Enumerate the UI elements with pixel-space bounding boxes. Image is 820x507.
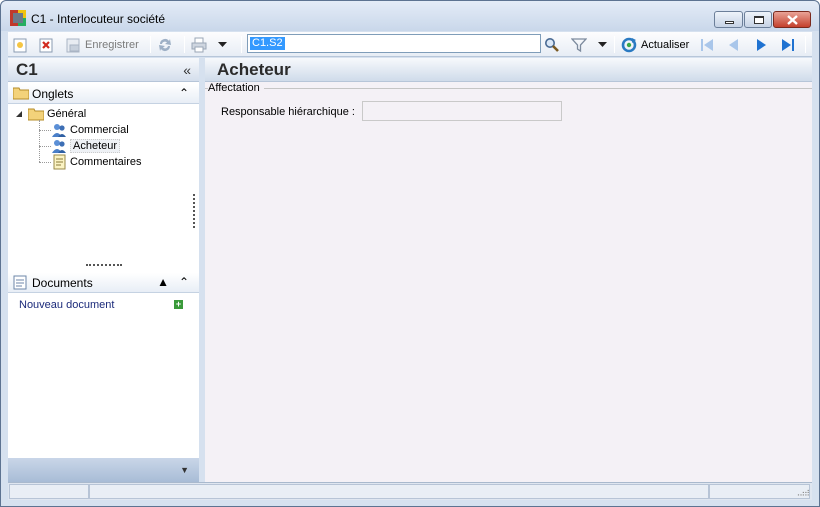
main-panel: Acheteur Affectation Responsable hiérarc… (205, 58, 812, 482)
section-divider (205, 88, 812, 89)
filter-icon (571, 37, 587, 52)
chevron-down-icon (598, 41, 607, 47)
printer-icon (191, 37, 207, 52)
collapse-up-icon[interactable]: ⌃ (179, 86, 189, 100)
print-button[interactable] (191, 35, 207, 54)
folder-icon (13, 87, 29, 100)
tree-node-label: Général (47, 108, 87, 120)
left-panel-footer: ▼ (8, 458, 199, 482)
chevron-down-icon[interactable]: ▼ (180, 465, 189, 475)
status-cell (89, 484, 709, 499)
next-icon (757, 38, 766, 51)
add-icon[interactable]: + (174, 300, 183, 309)
title-bar[interactable]: C1 - Interlocuteur société (1, 1, 819, 31)
toolbar-separator (150, 36, 151, 53)
close-button[interactable] (773, 11, 811, 28)
toolbar: Enregistrer C1.S2 Actualiser (8, 32, 812, 57)
filter-dropdown[interactable] (598, 35, 607, 54)
minimize-icon (725, 21, 734, 24)
tree-node-commercial[interactable]: Commercial (51, 122, 129, 138)
toolbar-separator (805, 36, 806, 53)
contacts-icon (52, 124, 66, 137)
note-icon (53, 154, 66, 170)
folder-icon (28, 108, 44, 120)
resize-grip-icon[interactable]: ⠠⠴⠾ (794, 489, 810, 498)
maximize-icon (754, 16, 764, 24)
new-document-icon (13, 38, 27, 52)
first-icon (701, 38, 713, 51)
status-cell (9, 484, 89, 499)
search-input[interactable]: C1.S2 (247, 34, 541, 53)
tree-node-general[interactable]: Général (16, 106, 86, 122)
first-record-button[interactable] (699, 35, 715, 54)
new-document-link[interactable]: Nouveau document (19, 299, 114, 311)
contacts-icon (52, 140, 66, 153)
tree-node-acheteur[interactable]: Acheteur (51, 138, 121, 154)
tree-node-label: Commercial (70, 124, 129, 136)
save-label: Enregistrer (85, 38, 139, 51)
responsable-label: Responsable hiérarchique : (221, 106, 355, 118)
sync-button[interactable] (157, 35, 173, 54)
tabs-group-label: Onglets (32, 87, 74, 101)
refresh-label: Actualiser (641, 38, 690, 51)
window-title: C1 - Interlocuteur société (31, 12, 166, 26)
expand-arrow-icon (16, 110, 22, 117)
tree-connector (39, 146, 51, 147)
tree-connector (39, 130, 51, 131)
save-icon (66, 38, 80, 52)
next-record-button[interactable] (753, 35, 769, 54)
delete-button[interactable] (38, 35, 54, 54)
tree-connector (39, 162, 51, 163)
search-input-value: C1.S2 (250, 37, 285, 50)
chevron-down-icon (218, 41, 227, 47)
close-icon (787, 15, 798, 25)
previous-record-button[interactable] (726, 35, 742, 54)
tree-node-label: Commentaires (70, 156, 142, 168)
new-button[interactable] (12, 35, 28, 54)
left-panel-header: C1 « (8, 58, 199, 82)
section-label: Affectation (208, 82, 264, 94)
responsable-field[interactable] (362, 101, 562, 121)
sync-icon (159, 38, 171, 51)
main-header: Acheteur (205, 58, 812, 82)
toolbar-separator (241, 36, 242, 53)
collapse-panel-button[interactable]: « (183, 62, 191, 78)
search-icon (545, 37, 559, 52)
left-panel: C1 « Onglets ⌃ Général Commercial Achete… (8, 58, 199, 482)
last-icon (782, 38, 794, 51)
filter-button[interactable] (571, 35, 587, 54)
tabs-group-header[interactable]: Onglets ⌃ (8, 84, 199, 104)
panel-splitter[interactable] (86, 264, 122, 267)
refresh-icon (621, 37, 637, 52)
tree-node-label: Acheteur (70, 139, 121, 153)
delete-icon (39, 38, 53, 52)
vertical-splitter[interactable] (193, 194, 195, 228)
print-dropdown[interactable] (218, 35, 227, 54)
refresh-button[interactable]: Actualiser (621, 35, 689, 54)
tree-node-commentaires[interactable]: Commentaires (51, 154, 142, 170)
save-button[interactable]: Enregistrer (65, 35, 139, 54)
chevron-up-icon[interactable]: ▲ (157, 275, 169, 289)
app-window: C1 - Interlocuteur société Enregistrer C… (0, 0, 820, 507)
toolbar-separator (614, 36, 615, 53)
last-record-button[interactable] (780, 35, 796, 54)
collapse-up-icon[interactable]: ⌃ (179, 275, 189, 289)
toolbar-separator (184, 36, 185, 53)
document-icon (13, 275, 27, 290)
maximize-button[interactable] (744, 11, 772, 28)
documents-group-header[interactable]: Documents ▲ ⌃ (8, 273, 199, 293)
left-panel-title: C1 (16, 60, 38, 79)
status-bar: ⠠⠴⠾ (8, 482, 812, 500)
page-title: Acheteur (217, 60, 291, 79)
minimize-button[interactable] (714, 11, 743, 28)
tree-connector (39, 120, 40, 162)
search-button[interactable] (544, 35, 560, 54)
previous-icon (729, 38, 738, 51)
documents-group-label: Documents (32, 276, 93, 290)
app-icon (10, 10, 26, 26)
